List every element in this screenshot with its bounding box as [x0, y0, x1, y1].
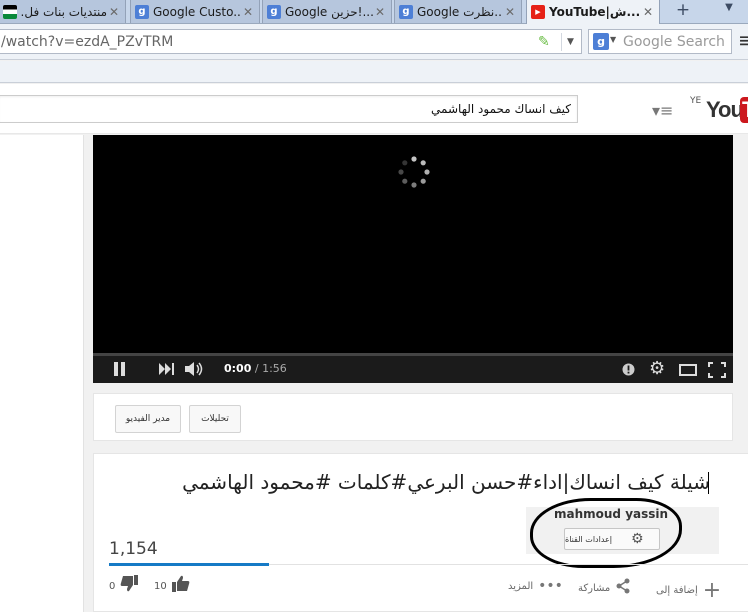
google-icon: g	[267, 4, 281, 19]
more-button[interactable]: ••• المزيد	[508, 578, 563, 594]
time-total: 1:56	[262, 362, 287, 375]
logo-country-code: YE	[690, 96, 702, 106]
tab-title: YouTube|ش...	[549, 5, 641, 19]
youtube-header: كيف انساك محمود الهاشمي ▾≡ YE You T	[0, 84, 748, 134]
next-icon[interactable]	[159, 363, 175, 375]
dislike-button[interactable]: 0	[109, 575, 139, 597]
like-button[interactable]: 10	[154, 575, 190, 597]
watch-info-panel: شيلة كيف انساك|اداء#حسن البرعي#كلمات #مح…	[93, 453, 748, 612]
more-label: المزيد	[508, 580, 534, 592]
logo-you: You	[706, 97, 744, 122]
video-manager-button[interactable]: مدير الفيديو	[115, 405, 181, 433]
video-title: شيلة كيف انساك|اداء#حسن البرعي#كلمات #مح…	[182, 470, 710, 494]
history-dropdown-icon[interactable]: ▼	[561, 33, 579, 51]
divider	[269, 564, 748, 565]
time-current: 0:00	[224, 362, 252, 375]
volume-icon[interactable]	[185, 362, 205, 376]
youtube-logo[interactable]: YE You T	[690, 94, 748, 124]
close-icon[interactable]: ✕	[503, 5, 517, 19]
bookmarks-toolbar	[0, 61, 748, 83]
add-to-button[interactable]: + إضافة إلى	[656, 578, 721, 603]
tab-2[interactable]: g Google Custo... ✕	[130, 0, 260, 23]
tab-youtube[interactable]: ▶ YouTube|ش... ✕	[526, 0, 660, 24]
share-label: مشاركة	[578, 583, 611, 594]
search-bar[interactable]: g ▼ Google Search	[588, 29, 732, 54]
navigation-bar: /watch?v=ezdA_PZvTRM ✎ ▼ g ▼ Google Sear…	[0, 24, 748, 60]
tab-1[interactable]: منتديات بنات فل... ✕	[0, 0, 126, 23]
video-player[interactable]: 0:00 / 1:56 ⚙	[93, 135, 733, 383]
analytics-button[interactable]: تحليلات	[189, 405, 241, 433]
close-icon[interactable]: ✕	[107, 5, 121, 19]
share-icon	[615, 578, 631, 599]
time-separator: /	[254, 362, 263, 375]
logo-tube: T	[740, 97, 748, 123]
close-icon[interactable]: ✕	[241, 5, 255, 19]
annotations-icon[interactable]	[622, 363, 635, 376]
address-bar[interactable]: /watch?v=ezdA_PZvTRM ✎ ▼	[0, 29, 582, 54]
addon-icon[interactable]: ✎	[538, 34, 554, 50]
menu-icon[interactable]: ≡	[738, 28, 748, 52]
owner-bar: مدير الفيديو تحليلات	[93, 393, 733, 441]
view-count: 1,154	[109, 539, 158, 559]
settings-gear-icon[interactable]: ⚙	[649, 358, 665, 379]
add-to-label: إضافة إلى	[656, 585, 698, 596]
hand-drawn-circle-annotation	[530, 498, 682, 568]
tab-4[interactable]: g Google نظرت... ✕	[394, 0, 522, 23]
tab-title: Google نظرت...	[417, 4, 503, 19]
tab-3[interactable]: g Google حزين!... ✕	[262, 0, 392, 23]
plus-icon: +	[702, 578, 722, 603]
tab-title: Google Custo...	[153, 4, 241, 19]
share-button[interactable]: مشاركة	[578, 578, 631, 599]
time-display: 0:00 / 1:56	[224, 362, 287, 375]
dislike-count: 0	[109, 580, 116, 592]
youtube-search-input[interactable]: كيف انساك محمود الهاشمي	[0, 95, 578, 123]
tab-title: منتديات بنات فل...	[21, 4, 107, 19]
tab-strip: منتديات بنات فل... ✕ g Google Custo... ✕…	[0, 0, 748, 24]
fullscreen-icon[interactable]	[708, 362, 726, 378]
youtube-icon: ▶	[531, 5, 545, 19]
google-icon[interactable]: g	[593, 33, 609, 50]
google-icon: g	[399, 4, 413, 19]
left-guide-area	[0, 135, 84, 612]
thumbs-down-icon	[120, 575, 139, 597]
view-count-bar	[109, 563, 269, 566]
theater-mode-icon[interactable]	[679, 364, 697, 376]
search-query[interactable]: كيف انساك محمود الهاشمي	[431, 102, 571, 116]
loading-spinner-icon	[398, 156, 430, 188]
thumbs-up-icon	[171, 575, 190, 597]
like-count: 10	[154, 580, 167, 592]
guide-menu-icon[interactable]: ▾≡	[652, 101, 673, 120]
text-caret	[708, 472, 709, 494]
flag-icon	[3, 4, 17, 19]
chevron-down-icon[interactable]: ▼	[610, 35, 616, 44]
close-icon[interactable]: ✕	[641, 5, 655, 19]
close-icon[interactable]: ✕	[373, 5, 387, 19]
player-controls: 0:00 / 1:56 ⚙	[93, 356, 733, 383]
tab-title: Google حزين!...	[285, 4, 373, 19]
url-text[interactable]: /watch?v=ezdA_PZvTRM	[1, 34, 173, 50]
new-tab-button[interactable]: +	[668, 0, 698, 22]
pause-icon[interactable]	[113, 362, 127, 376]
search-placeholder[interactable]: Google Search	[623, 34, 725, 50]
google-icon: g	[135, 4, 149, 19]
tab-list-dropdown-icon[interactable]: ▼	[718, 0, 740, 18]
more-icon: •••	[538, 578, 563, 594]
